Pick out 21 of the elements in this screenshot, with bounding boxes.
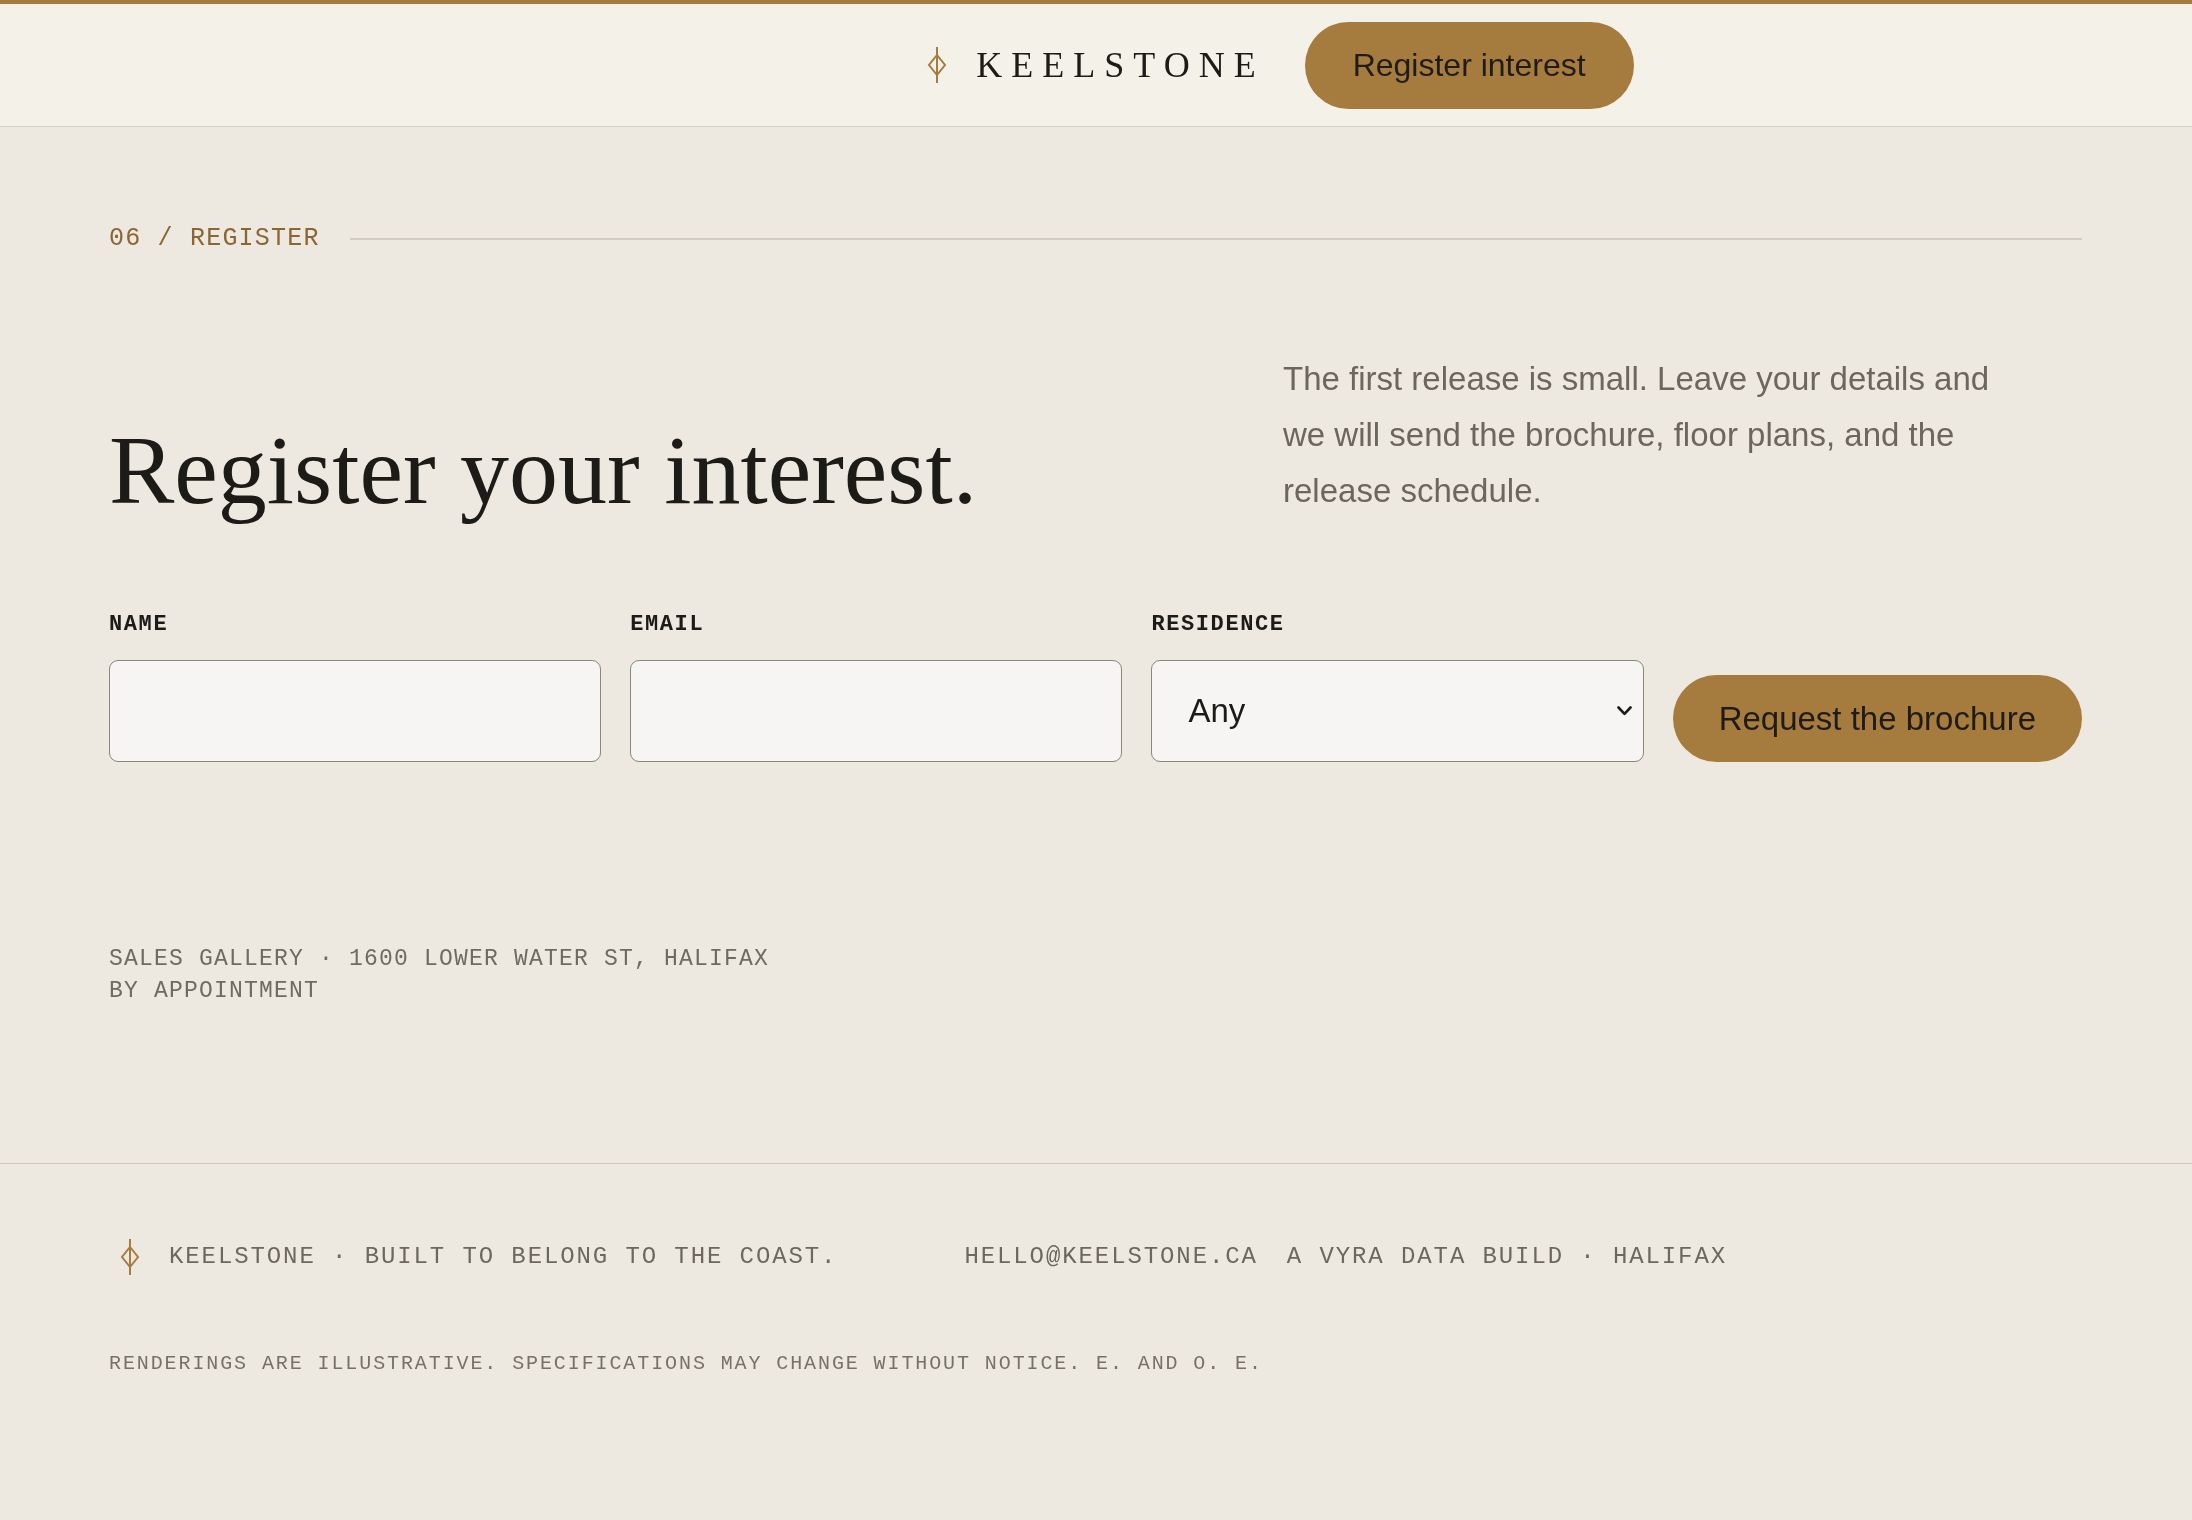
request-brochure-button[interactable]: Request the brochure [1672, 675, 2082, 762]
text-input[interactable] [109, 660, 602, 762]
brand-wordmark: KEELSTONE [976, 47, 1265, 83]
chevron-down-icon [1616, 706, 1632, 716]
footer-tagline: KEELSTONE · BUILT TO BELONG TO THE COAST. [169, 1242, 838, 1272]
address-line: BY APPOINTMENT [109, 977, 320, 1006]
register-interest-button[interactable]: Register interest [1304, 21, 1634, 109]
diamond-icon [120, 1239, 140, 1275]
field-label: NAME [109, 612, 169, 638]
page-heading: Register your interest. [109, 415, 978, 526]
select-dropdown[interactable]: Any [1151, 660, 1644, 762]
intro-paragraph: The first release is small. Leave your details and we will send the brochure, floor plans, and the release schedule. [1283, 359, 1991, 511]
field-label: RESIDENCE [1151, 612, 1285, 638]
diamond-icon [927, 47, 948, 83]
address-line: SALES GALLERY · 1600 LOWER WATER ST, HALIFAX [109, 945, 770, 974]
credit-text: A VYRA DATA BUILD · HALIFAX [1286, 1242, 1728, 1272]
section-label: 06 / REGISTER [109, 224, 320, 254]
email-link[interactable]: HELLO@KEELSTONE.CA [964, 1242, 1258, 1272]
field-label: EMAIL [630, 612, 705, 638]
email-input[interactable] [630, 660, 1123, 762]
disclaimer-text: RENDERINGS ARE ILLUSTRATIVE. SPECIFICATIONS MAY CHANGE WITHOUT NOTICE. E. AND O. E. [109, 1351, 1264, 1377]
